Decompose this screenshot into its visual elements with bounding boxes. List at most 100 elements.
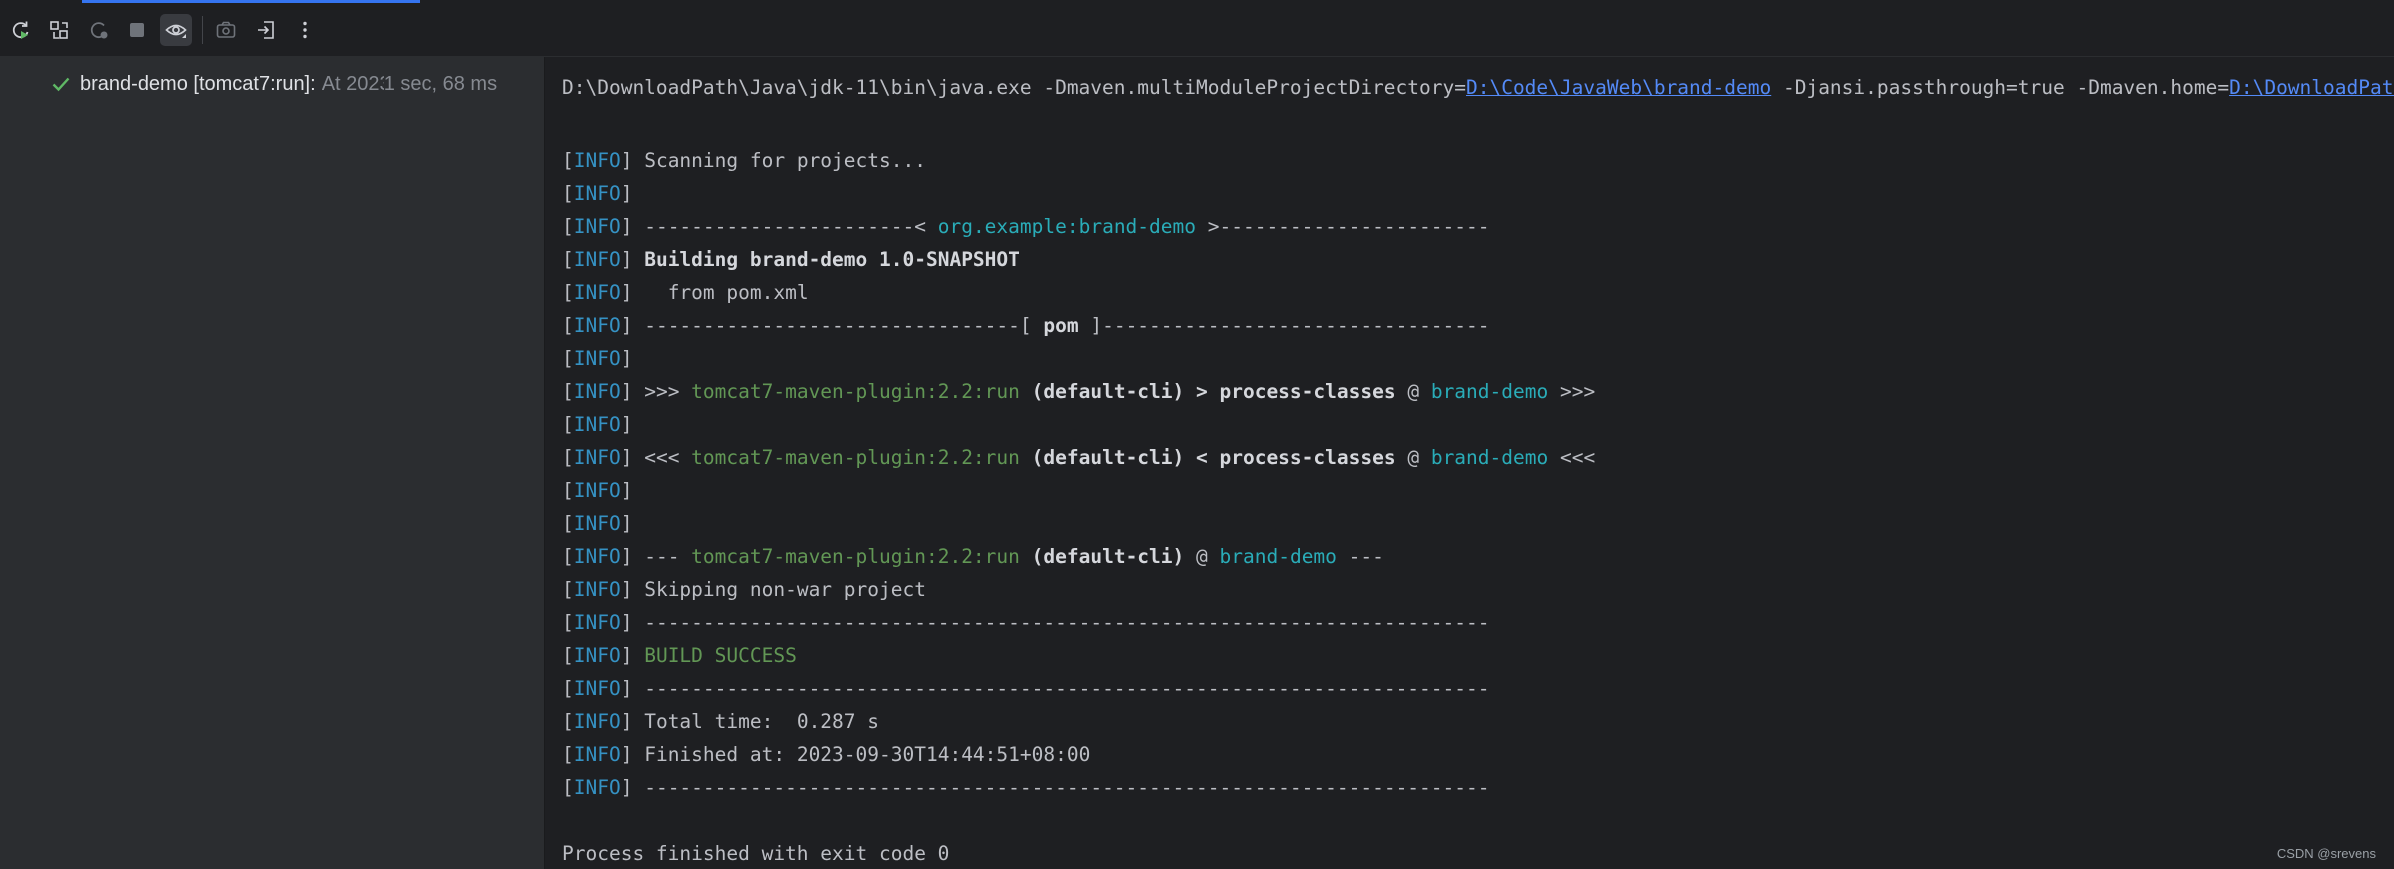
info-tag: INFO [573,611,621,634]
console-line: [INFO] >>> tomcat7-maven-plugin:2.2:run … [562,380,1596,403]
log-text: (default-cli) > process-classes [1019,380,1396,403]
log-text: >>> [632,380,692,403]
console-line: [INFO] [562,512,633,535]
log-text: (default-cli) < process-classes [1019,446,1396,469]
command-text: D:\DownloadPath\Java\jdk-11\bin\java.exe… [562,76,1466,99]
info-tag: INFO [573,314,621,337]
log-text: @ [1395,446,1431,469]
login-icon [258,21,274,39]
info-tag: INFO [573,347,621,370]
plugin-goal: tomcat7-maven-plugin:2.2:run [691,380,1020,403]
info-tag: INFO [573,743,621,766]
info-tag: INFO [573,512,621,535]
plugin-goal: tomcat7-maven-plugin:2.2:run [691,545,1020,568]
info-tag: INFO [573,215,621,238]
more-button[interactable] [289,14,321,46]
info-tag: INFO [573,677,621,700]
console-line: [INFO] BUILD SUCCESS [562,644,797,667]
log-text: ----------------------------------------… [632,611,1490,634]
toggle-auto-test-button[interactable] [83,14,115,46]
stop-button[interactable] [121,14,153,46]
project-id: org.example:brand-demo [937,215,1196,238]
console-line: [INFO] ---------------------------------… [562,611,1490,634]
info-tag: INFO [573,281,621,304]
log-text: ----------------------------------------… [632,776,1490,799]
console-line: [INFO] Total time: 0.287 s [562,710,880,733]
project-dir-link[interactable]: D:\Code\JavaWeb\brand-demo [1466,76,1771,99]
log-text: --- [1336,545,1384,568]
maven-home-link[interactable]: D:\DownloadPath\Maven [2229,76,2394,99]
log-text: (default-cli) [1019,545,1185,568]
watermark: CSDN @srevens [2276,846,2376,861]
info-tag: INFO [573,578,621,601]
log-text: Building brand-demo 1.0-SNAPSHOT [632,248,1020,271]
console-line: [INFO] [562,182,633,205]
exit-message: Process finished with exit code 0 [562,842,950,865]
log-text: >>> [1548,380,1596,403]
log-text: ----------------------------------------… [632,677,1490,700]
rerun-failed-button[interactable] [43,14,75,46]
info-tag: INFO [573,446,621,469]
info-tag: INFO [573,182,621,205]
info-tag: INFO [573,479,621,502]
screenshot-icon [216,21,236,38]
run-start-time: At 2023 [321,72,384,95]
rerun-icon [12,21,29,39]
project-name: brand-demo [1219,545,1337,568]
rerun-failed-icon [50,21,68,39]
info-tag: INFO [573,644,621,667]
project-name: brand-demo [1430,380,1549,403]
console-line: [INFO] --------------------------------[… [562,314,1490,337]
log-text: >----------------------- [1196,215,1490,238]
console-line: [INFO] Skipping non-war project [562,578,926,601]
console-line: [INFO] --- tomcat7-maven-plugin:2.2:run … [562,545,1384,568]
active-tab-indicator [82,0,420,3]
console-line: [INFO] [562,347,633,370]
console-output[interactable]: D:\DownloadPath\Java\jdk-11\bin\java.exe… [545,57,2394,869]
console-line: D:\DownloadPath\Java\jdk-11\bin\java.exe… [562,73,2394,103]
login-button[interactable] [250,14,282,46]
log-text: Finished at: 2023-09-30T14:44:51+08:00 [632,743,1091,766]
console-line: [INFO] [562,479,633,502]
console-line: [INFO] Finished at: 2023-09-30T14:44:51+… [562,743,1091,766]
console-line: [INFO] [562,413,633,436]
console-line: [INFO] <<< tomcat7-maven-plugin:2.2:run … [562,446,1596,469]
info-tag: INFO [573,413,621,436]
rerun-button[interactable] [5,14,37,46]
show-watches-icon [165,24,187,38]
log-text: @ [1184,545,1220,568]
console-line: [INFO] ---------------------------------… [562,776,1490,799]
console-line: [INFO] Scanning for projects... [562,149,926,172]
log-text: Total time: 0.287 s [632,710,880,733]
more-icon [303,21,307,39]
log-text: --------------------------------[ [632,314,1044,337]
show-watches-button[interactable] [160,14,192,46]
command-text: -Djansi.passthrough=true -Dmaven.home= [1771,76,2230,99]
log-text: -----------------------< [632,215,938,238]
run-tree-panel: brand-demo [tomcat7:run]: At 2023 1 sec,… [0,57,544,869]
run-config-name: brand-demo [tomcat7:run]: [80,72,316,95]
screenshot-button[interactable] [210,14,242,46]
project-name: brand-demo [1430,446,1549,469]
run-tree-item[interactable]: brand-demo [tomcat7:run]: At 2023 1 sec,… [50,69,540,99]
packaging: pom [1043,314,1079,337]
log-text: Skipping non-war project [632,578,926,601]
log-text: Scanning for projects... [632,149,926,172]
stop-icon [130,23,144,37]
toolbar-separator [202,16,203,44]
run-duration: 1 sec, 68 ms [383,72,498,95]
toggle-auto-test-icon [90,22,108,39]
info-tag: INFO [573,380,621,403]
log-text: from pom.xml [632,281,809,304]
console-line: [INFO] Building brand-demo 1.0-SNAPSHOT [562,248,1020,271]
plugin-goal: tomcat7-maven-plugin:2.2:run [691,446,1020,469]
console-line: [INFO] -----------------------< org.exam… [562,215,1490,238]
log-text: <<< [1548,446,1596,469]
info-tag: INFO [573,149,621,172]
info-tag: INFO [573,545,621,568]
info-tag: INFO [573,248,621,271]
success-check-icon [52,77,70,92]
log-text: --- [632,545,692,568]
console-line: [INFO] ---------------------------------… [562,677,1490,700]
info-tag: INFO [573,710,621,733]
